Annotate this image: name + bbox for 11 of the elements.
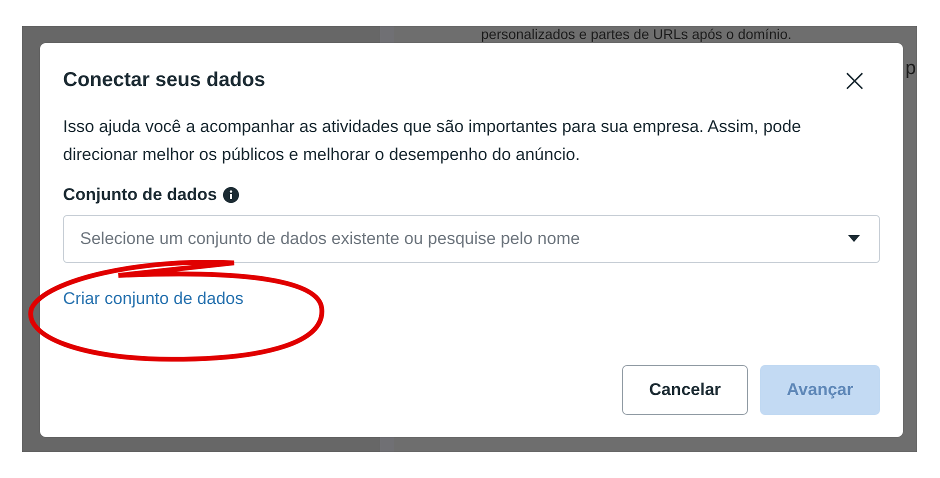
field-label: Conjunto de dados	[63, 185, 217, 205]
dataset-select[interactable]: Selecione um conjunto de dados existente ou pesquise pelo nome	[63, 215, 880, 263]
description-text: Isso ajuda você a acompanhar as atividades que são importantes para sua empresa. Assim, pode direcionar melhor os públicos e melhorar o desempenho do anúncio.	[63, 116, 802, 166]
caret-icon	[848, 235, 860, 243]
create-dataset-link[interactable]: Criar conjunto de dados	[63, 289, 244, 309]
dialog-title: Conectar seus dados	[63, 68, 266, 92]
background-text: personalizados e partes de URLs após o domínio.	[481, 26, 792, 42]
info-icon[interactable]	[222, 187, 239, 203]
close-button[interactable]: ×	[829, 65, 880, 95]
background-text: p	[905, 58, 916, 80]
cancel-button[interactable]: Cancelar	[622, 365, 748, 415]
